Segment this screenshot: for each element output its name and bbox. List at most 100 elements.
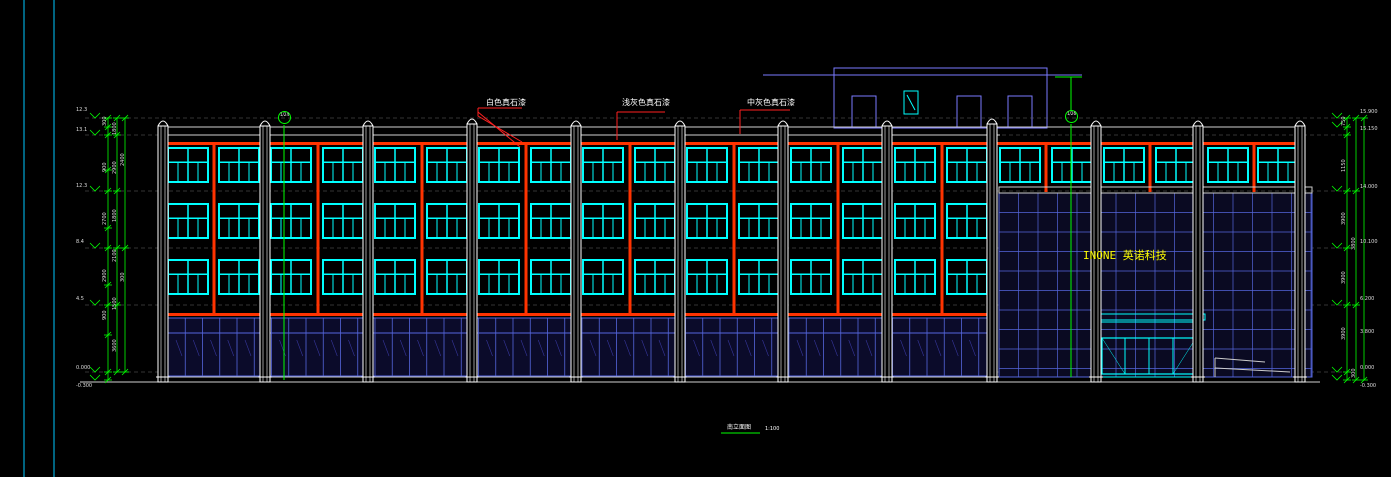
dimension-text: 1800 [112,209,118,222]
dimension-text: 3900 [1341,212,1347,225]
dimension-text: 2400 [120,153,126,166]
elevation-label: 4.5 [76,296,84,302]
material-label-midgray: 中灰色真石漆 [747,98,795,107]
accent-mullion [1044,143,1048,192]
elevation-mark [89,374,101,381]
window [478,147,520,183]
axis-bubble: 1/26 [1065,110,1078,123]
elevation-label: 13.1 [76,127,88,133]
dimension-text: 3800 [1351,237,1357,250]
elevation-mark [1331,242,1343,249]
window [374,203,416,239]
accent-mullion [1252,143,1256,192]
window [530,259,572,295]
window [842,147,884,183]
pilaster [1293,120,1307,383]
window [322,203,364,239]
elevation-mark [1331,185,1343,192]
window [322,259,364,295]
dimension-text: 900 [102,310,108,320]
window [167,203,209,239]
elevation-label: 12.3 [76,107,88,113]
window [218,203,260,239]
window [686,147,728,183]
pilaster [673,120,687,383]
dimension-text: 300 [120,272,126,282]
accent-mullion [420,143,424,313]
window [426,147,468,183]
window [1051,147,1093,183]
elevation-mark [89,129,101,136]
accent-mullion [628,143,632,313]
window [738,147,780,183]
curtain-panel [998,192,1313,378]
dimension-text: 300 [1351,368,1357,378]
pilaster [880,120,894,383]
pilaster [776,120,790,383]
window [426,203,468,239]
pilaster [361,120,375,383]
window [842,203,884,239]
elevation-mark [1331,299,1343,306]
window [999,147,1041,183]
dimension-text: 1500 [112,297,118,310]
accent-mullion [940,143,944,313]
elevation-label: 0.000 [1360,365,1375,371]
window [478,203,520,239]
window [374,147,416,183]
window [738,259,780,295]
dimension-text: 2900 [112,161,118,174]
window [1155,147,1197,183]
dimension-text: 1800 [112,122,118,135]
dimension-text: 3900 [1341,271,1347,284]
window [790,147,832,183]
dimension-text: 1150 [1341,159,1347,172]
window [426,259,468,295]
pilaster [465,118,479,383]
window [634,147,676,183]
elevation-mark [89,299,101,306]
glass-curtain-wall [998,186,1313,378]
dimension-text: 3900 [1341,327,1347,340]
dimension-text: 2700 [102,212,108,225]
window [1103,147,1145,183]
pilaster [258,120,272,383]
material-label-white: 白色真石漆 [486,98,526,107]
window [322,147,364,183]
pilaster [1191,120,1205,383]
window [530,147,572,183]
elevation-mark [89,366,101,373]
accent-mullion [732,143,736,313]
storefront [167,317,997,377]
window [894,203,936,239]
window [1257,147,1299,183]
elevation-mark [1331,366,1343,373]
elevation-drawing [23,0,1368,477]
window [582,203,624,239]
dimension-text: 750 [1341,116,1347,126]
drawing-title: 南立面图 [727,424,752,431]
elevation-label: 14.000 [1360,184,1378,190]
axis-bubble: 1/24 [278,111,291,124]
accent-mullion [1148,143,1152,192]
elevation-label: 0.000 [76,365,91,371]
elevation-mark [89,242,101,249]
material-label-lightgray: 浅灰色真石漆 [622,98,670,107]
window [270,147,312,183]
window [946,147,988,183]
pilaster [569,120,583,383]
elevation-label: 15.900 [1360,109,1378,115]
window [790,203,832,239]
accent-mullion [316,143,320,313]
window [582,259,624,295]
building-sign: INONE 英诺科技 [1083,249,1167,262]
elevation-label: -0.300 [76,383,93,389]
elevation-label: -0.300 [1360,383,1377,389]
elevation-label: 3.800 [1360,329,1375,335]
elevation-mark [89,112,101,119]
window [218,147,260,183]
dimension-text: 2900 [102,269,108,282]
window [634,203,676,239]
drawing-scale: 1:100 [765,426,780,432]
window [582,147,624,183]
